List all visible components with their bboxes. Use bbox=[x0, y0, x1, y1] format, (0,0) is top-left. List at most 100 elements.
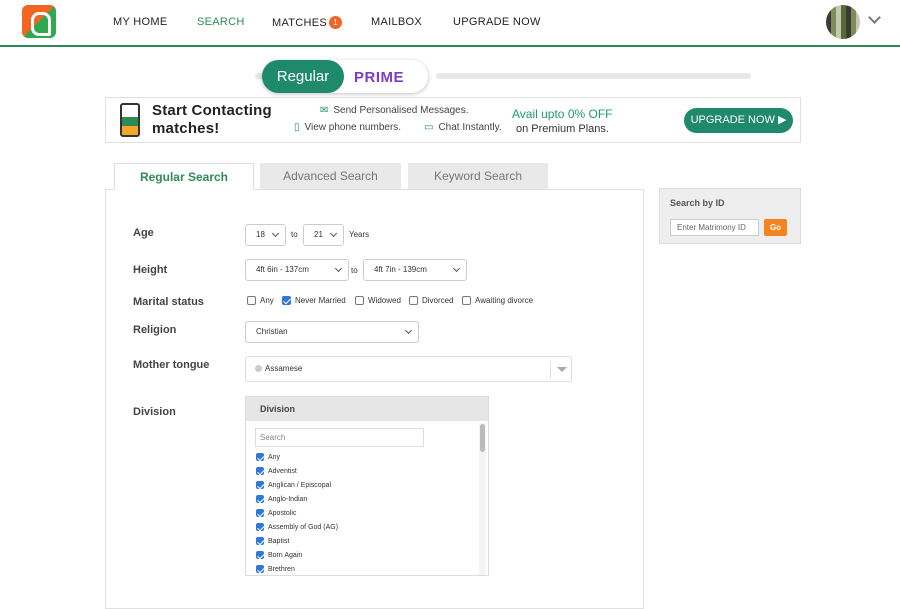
division-item-label: Baptist bbox=[268, 538, 290, 545]
marital-any-checkbox[interactable]: Any bbox=[247, 296, 274, 305]
division-item[interactable]: Any bbox=[256, 453, 280, 461]
checkbox-checked-icon bbox=[256, 453, 264, 461]
banner-feature-messages: ✉ Send Personalised Messages. bbox=[320, 105, 468, 116]
divider bbox=[550, 361, 551, 378]
tab-advanced-search[interactable]: Advanced Search bbox=[260, 163, 401, 190]
checkbox-icon bbox=[355, 296, 364, 305]
nav-upgrade-now[interactable]: UPGRADE NOW bbox=[453, 16, 541, 28]
religion-label: Religion bbox=[133, 324, 177, 336]
nav-mailbox[interactable]: MAILBOX bbox=[371, 16, 422, 28]
division-listbox: Division Search Any Adventist Anglican /… bbox=[245, 396, 489, 576]
search-by-id-title: Search by ID bbox=[670, 198, 725, 208]
brand-logo-icon[interactable] bbox=[22, 5, 56, 38]
division-item[interactable]: Born Again bbox=[256, 551, 302, 559]
division-item[interactable]: Anglican / Episcopal bbox=[256, 481, 331, 489]
division-item-label: Any bbox=[268, 454, 281, 461]
religion-value: Christian bbox=[256, 327, 288, 336]
division-item-label: Brethren bbox=[268, 566, 295, 573]
division-scrollbar[interactable] bbox=[479, 423, 486, 575]
marital-widowed-checkbox[interactable]: Widowed bbox=[355, 296, 401, 305]
mother-tongue-tag[interactable]: Assamese bbox=[255, 364, 302, 373]
marital-never-married-checkbox[interactable]: Never Married bbox=[282, 296, 346, 305]
mother-tongue-multiselect[interactable]: Assamese bbox=[245, 356, 572, 382]
scrollbar-thumb[interactable] bbox=[480, 424, 485, 452]
division-search-input[interactable]: Search bbox=[255, 428, 424, 447]
age-to-select[interactable]: 21 bbox=[303, 224, 344, 246]
height-label: Height bbox=[133, 264, 168, 276]
height-to-value: 4ft 7in - 139cm bbox=[374, 265, 427, 274]
checkbox-checked-icon bbox=[256, 467, 264, 475]
banner-offer: Avail upto 0% OFF bbox=[512, 107, 613, 121]
age-from-value: 18 bbox=[256, 230, 265, 239]
banner-feature-chat: ▭ Chat Instantly. bbox=[424, 122, 502, 133]
checkbox-icon bbox=[247, 296, 256, 305]
phone-icon bbox=[120, 103, 140, 137]
tab-keyword-search[interactable]: Keyword Search bbox=[408, 163, 548, 190]
checkbox-checked-icon bbox=[256, 551, 264, 559]
religion-select[interactable]: Christian bbox=[245, 321, 419, 343]
checkbox-icon bbox=[462, 296, 471, 305]
division-item[interactable]: Baptist bbox=[256, 537, 289, 545]
mother-tongue-label: Mother tongue bbox=[133, 359, 210, 371]
nav-search[interactable]: SEARCH bbox=[197, 16, 245, 28]
height-from-select[interactable]: 4ft 6in - 137cm bbox=[245, 259, 349, 281]
marital-divorced-checkbox[interactable]: Divorced bbox=[409, 296, 454, 305]
division-item-label: Adventist bbox=[268, 468, 297, 475]
division-item[interactable]: Assembly of God (AG) bbox=[256, 523, 338, 531]
height-to-select[interactable]: 4ft 7in - 139cm bbox=[363, 259, 467, 281]
division-item-label: Anglo-Indian bbox=[268, 496, 308, 503]
age-to-value: 21 bbox=[314, 230, 323, 239]
marital-status-label: Marital status bbox=[133, 296, 204, 308]
division-label: Division bbox=[133, 406, 176, 418]
user-avatar-icon[interactable] bbox=[826, 5, 860, 39]
banner-title-line2: matches! bbox=[152, 120, 220, 137]
nav-matches-label: MATCHES bbox=[272, 17, 328, 29]
height-to-text: to bbox=[351, 266, 358, 275]
banner-feature-phone: ▯ View phone numbers. bbox=[294, 122, 401, 133]
checkbox-checked-icon bbox=[256, 495, 264, 503]
divider-right bbox=[436, 73, 751, 79]
marital-awaiting-divorce-checkbox[interactable]: Awaiting divorce bbox=[462, 296, 533, 305]
division-item[interactable]: Anglo-Indian bbox=[256, 495, 307, 503]
nav-matches[interactable]: MATCHES 1 bbox=[272, 16, 343, 29]
tag-dot-icon bbox=[255, 365, 262, 372]
marital-option-label: Widowed bbox=[368, 296, 401, 305]
division-item-label: Anglican / Episcopal bbox=[268, 482, 332, 489]
age-to-text: to bbox=[291, 230, 298, 239]
age-years-text: Years bbox=[349, 230, 370, 239]
chevron-down-icon bbox=[452, 264, 461, 273]
go-button[interactable]: Go bbox=[764, 219, 787, 236]
division-item[interactable]: Apostolic bbox=[256, 509, 296, 517]
chevron-down-icon bbox=[404, 326, 413, 335]
tab-regular-search-cover[interactable]: Regular Search bbox=[114, 163, 254, 190]
checkbox-checked-icon bbox=[256, 523, 264, 531]
division-item[interactable]: Adventist bbox=[256, 467, 297, 475]
division-item-label: Assembly of God (AG) bbox=[268, 524, 339, 531]
marital-option-label: Awaiting divorce bbox=[475, 296, 534, 305]
search-by-id-box: Search by ID Enter Matrimony ID Go bbox=[659, 188, 801, 244]
marital-option-label: Divorced bbox=[422, 296, 454, 305]
chat-icon: ▭ bbox=[424, 122, 434, 133]
chevron-down-icon bbox=[334, 264, 343, 273]
toggle-regular[interactable]: Regular bbox=[262, 60, 344, 93]
matches-count-badge: 1 bbox=[329, 16, 343, 29]
division-item[interactable]: Brethren bbox=[256, 565, 295, 573]
division-item-label: Born Again bbox=[268, 552, 303, 559]
chevron-down-icon[interactable] bbox=[868, 11, 881, 24]
search-mode-toggle[interactable]: Regular PRIME bbox=[262, 60, 428, 93]
banner-feature-2: View phone numbers. bbox=[304, 122, 402, 133]
checkbox-checked-icon bbox=[256, 481, 264, 489]
toggle-prime[interactable]: PRIME bbox=[354, 69, 404, 86]
upgrade-now-button[interactable]: UPGRADE NOW ▶ bbox=[684, 108, 793, 133]
checkbox-checked-icon bbox=[282, 296, 291, 305]
phone-icon: ▯ bbox=[294, 122, 300, 133]
caret-down-icon[interactable] bbox=[557, 367, 567, 372]
banner-feature-3: Chat Instantly. bbox=[438, 122, 502, 133]
matrimony-id-input[interactable]: Enter Matrimony ID bbox=[670, 219, 759, 236]
age-from-select[interactable]: 18 bbox=[245, 224, 286, 246]
mother-tongue-value: Assamese bbox=[265, 364, 303, 373]
chevron-down-icon bbox=[271, 229, 280, 238]
banner-title-line1: Start Contacting bbox=[152, 102, 272, 119]
division-item-label: Apostolic bbox=[268, 510, 297, 517]
nav-my-home[interactable]: MY HOME bbox=[113, 16, 167, 28]
